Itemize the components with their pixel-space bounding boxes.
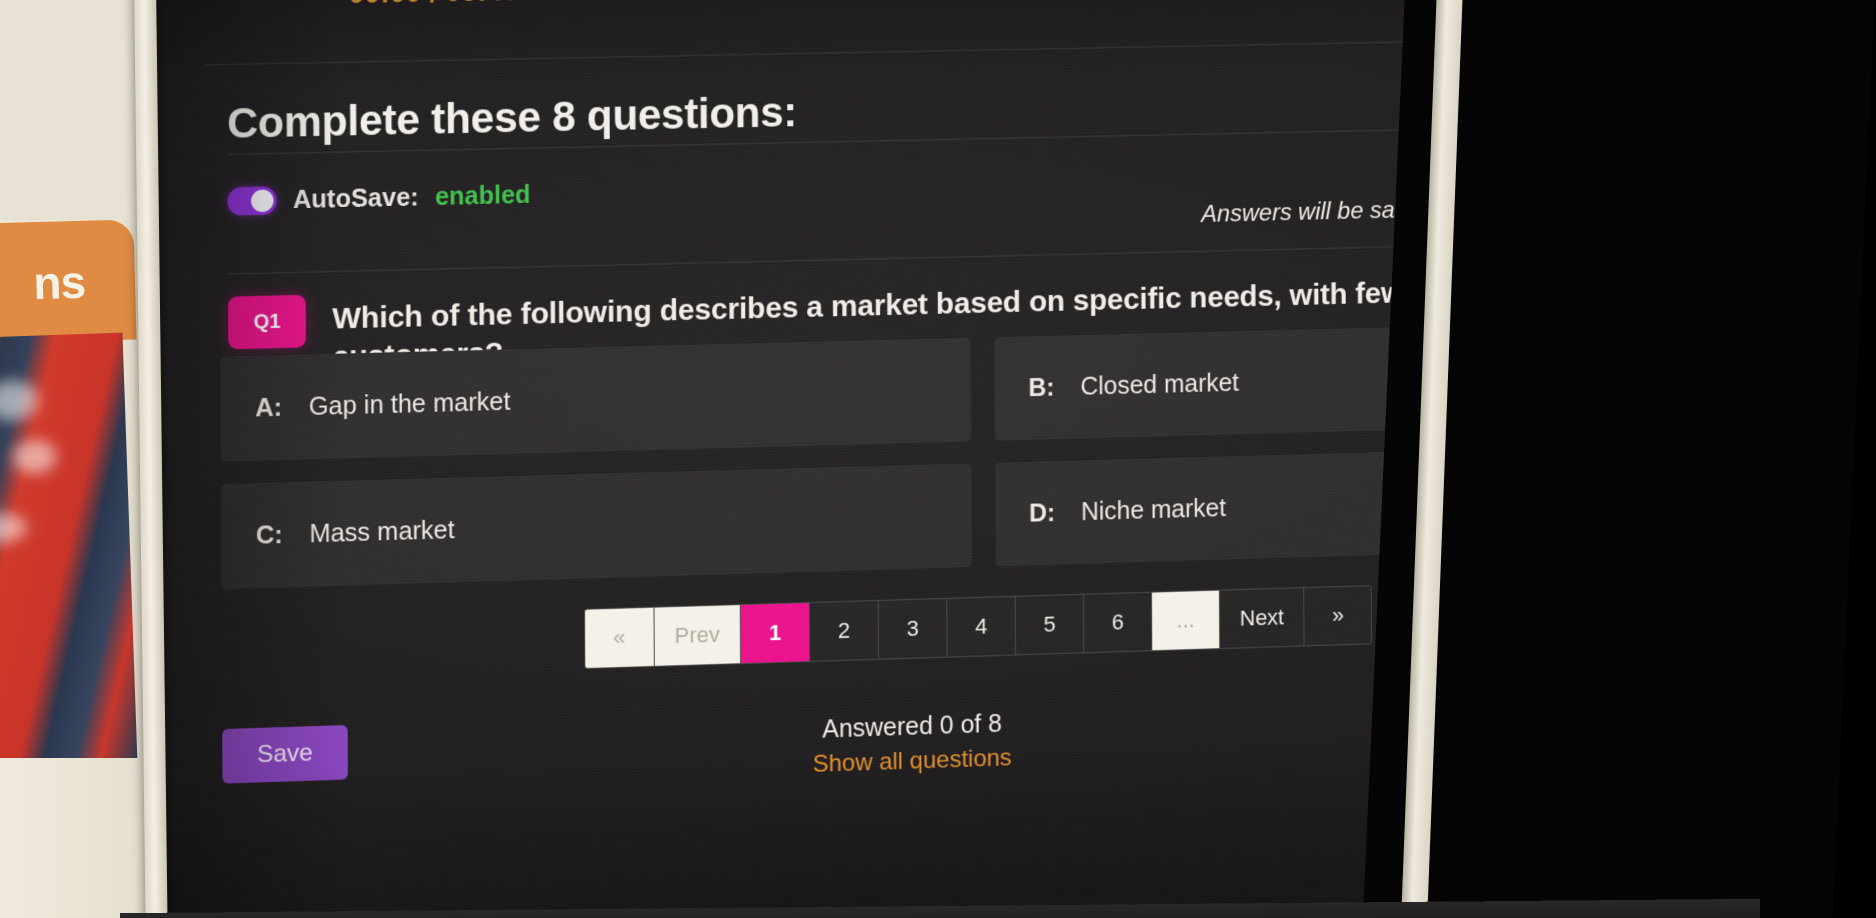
- autosave-state: enabled: [434, 180, 531, 211]
- background-red-photo: 225 6: [0, 332, 138, 770]
- option-text-b: Closed market: [1080, 368, 1240, 401]
- pager-page-3[interactable]: 3: [878, 598, 948, 659]
- pager-page-1[interactable]: 1: [740, 602, 811, 664]
- option-text-a: Gap in the market: [308, 387, 511, 421]
- save-button[interactable]: Save: [222, 724, 348, 784]
- pager-page-5[interactable]: 5: [1015, 594, 1085, 655]
- option-text-d: Niche market: [1080, 493, 1227, 526]
- pager-next[interactable]: Next: [1219, 588, 1305, 649]
- pager-last[interactable]: »: [1304, 586, 1372, 646]
- background-orange-poster: ns: [0, 219, 137, 345]
- show-all-questions-link[interactable]: Show all questions: [813, 744, 1012, 779]
- timer-display: 00:00 / 05:46: [349, 0, 519, 10]
- toggle-knob-icon: [251, 189, 274, 213]
- option-key-a: A:: [255, 392, 283, 422]
- background-poster-text: ns: [32, 255, 86, 310]
- answered-count: Answered 0 of 8: [822, 709, 1002, 744]
- pager-page-4[interactable]: 4: [947, 596, 1017, 657]
- pager-ellipsis: ...: [1152, 590, 1221, 651]
- pager-page-6[interactable]: 6: [1083, 592, 1153, 653]
- answer-status: Answered 0 of 8 Show all questions: [812, 709, 1012, 779]
- option-text-c: Mass market: [309, 515, 455, 548]
- background-desk: [0, 758, 165, 918]
- autosave-label: AutoSave:: [292, 182, 419, 214]
- pager-first[interactable]: «: [584, 607, 655, 669]
- option-key-c: C:: [255, 520, 283, 550]
- photographed-screen: ns 225 6 00:00 / 05:46 Previous Next Com…: [0, 0, 1876, 918]
- option-key-d: D:: [1029, 498, 1056, 528]
- autosave-toggle[interactable]: [227, 186, 277, 216]
- option-key-b: B:: [1028, 373, 1055, 402]
- pager-group: « Prev 1 2 3 4 5 6 ... Next »: [583, 585, 1373, 670]
- page-title: Complete these 8 questions:: [227, 88, 798, 148]
- pager-page-2[interactable]: 2: [809, 600, 879, 661]
- pager-prev[interactable]: Prev: [654, 605, 742, 666]
- answer-option-c[interactable]: C: Mass market: [220, 463, 972, 590]
- answer-option-a[interactable]: A: Gap in the market: [220, 337, 972, 462]
- question-number-badge: Q1: [228, 294, 306, 350]
